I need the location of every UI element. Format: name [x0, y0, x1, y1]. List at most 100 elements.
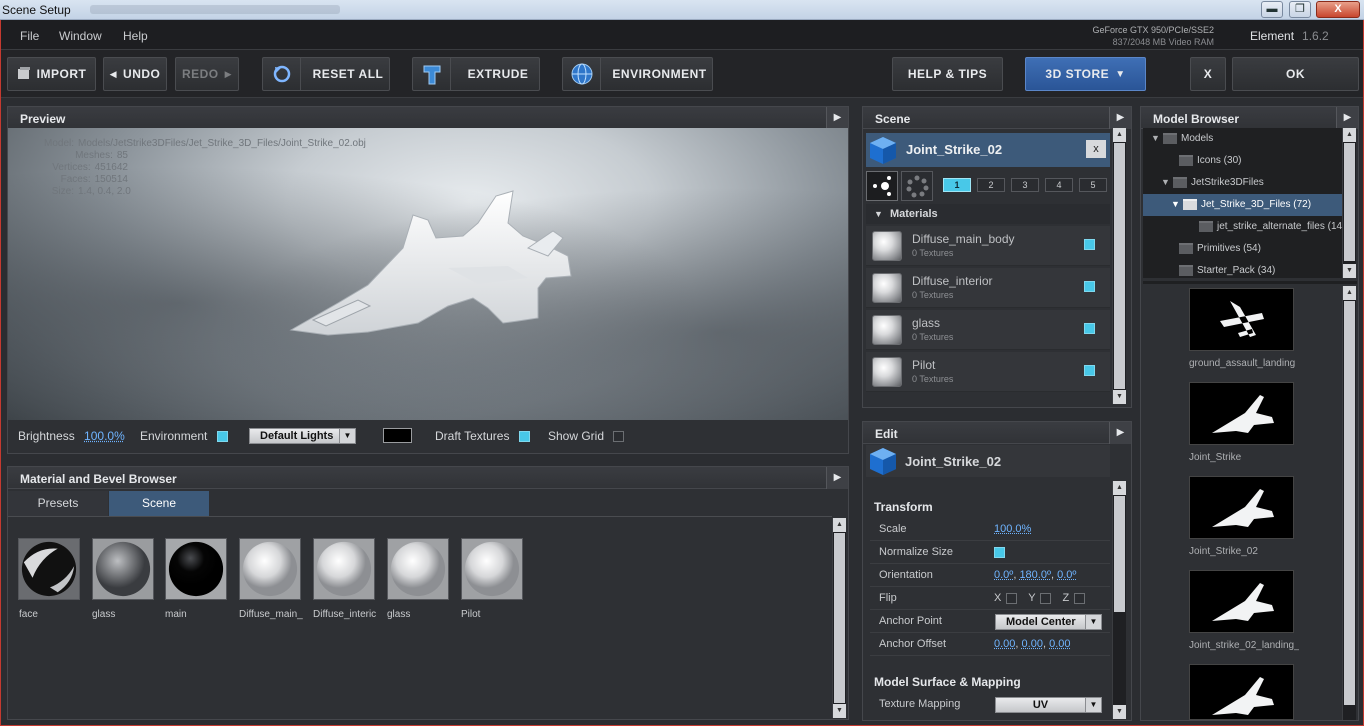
scene-object-row[interactable]: Joint_Strike_02 x: [866, 133, 1110, 167]
environment-button[interactable]: ENVIRONMENT: [562, 57, 713, 91]
scroll-up-icon[interactable]: ▲: [833, 518, 846, 532]
model-browser-expand-arrow-icon[interactable]: ▶: [1336, 107, 1358, 129]
tree-scrollbar[interactable]: ▲ ▼: [1342, 128, 1356, 278]
ok-button[interactable]: OK: [1232, 57, 1359, 91]
background-color-swatch[interactable]: [383, 428, 412, 443]
maximize-button[interactable]: ❐: [1289, 1, 1311, 18]
scroll-up-icon[interactable]: ▲: [1113, 128, 1126, 142]
cancel-button[interactable]: X: [1190, 57, 1226, 91]
tree-node-jet-strike-3d-files[interactable]: ▼ Jet_Strike_3D_Files (72): [1171, 199, 1311, 210]
material-visible-checkbox[interactable]: [1084, 323, 1095, 334]
scale-value[interactable]: 100.0%: [994, 523, 1031, 535]
orientation-z-value[interactable]: 0.0º: [1057, 569, 1076, 581]
3d-store-button[interactable]: 3D STORE ▼: [1025, 57, 1146, 91]
material-visible-checkbox[interactable]: [1084, 239, 1095, 250]
material-row[interactable]: Diffuse_interior 0 Textures: [866, 268, 1110, 308]
undo-button[interactable]: ◀ UNDO: [103, 57, 167, 91]
minimize-button[interactable]: ▬: [1261, 1, 1283, 18]
material-swatch-main[interactable]: [165, 538, 227, 600]
close-window-button[interactable]: X: [1316, 1, 1360, 18]
import-button[interactable]: IMPORT: [7, 57, 96, 91]
particles-icon[interactable]: [901, 171, 933, 201]
layer-button-4[interactable]: 4: [1045, 178, 1073, 192]
model-thumbnail[interactable]: [1189, 288, 1294, 351]
extrude-button[interactable]: EXTRUDE: [412, 57, 540, 91]
materials-section-header[interactable]: ▼ Materials: [866, 204, 1110, 224]
menu-file[interactable]: File: [20, 29, 39, 43]
tab-presets[interactable]: Presets: [8, 491, 108, 516]
edit-expand-arrow-icon[interactable]: ▶: [1109, 422, 1131, 444]
anchor-offset-z-value[interactable]: 0.00: [1049, 638, 1070, 650]
brightness-value[interactable]: 100.0%: [84, 429, 125, 443]
material-visible-checkbox[interactable]: [1084, 365, 1095, 376]
flip-z-checkbox[interactable]: [1074, 592, 1086, 604]
edit-scrollbar[interactable]: ▲ ▼: [1112, 481, 1126, 719]
tree-node-jetstrike3dfiles[interactable]: ▼ JetStrike3DFiles: [1161, 177, 1264, 188]
flip-y-checkbox[interactable]: [1040, 592, 1052, 604]
remove-object-button[interactable]: x: [1086, 140, 1106, 158]
orientation-y-value[interactable]: 180.0º: [1019, 569, 1051, 581]
material-swatch-diffuse-interior[interactable]: [313, 538, 375, 600]
material-swatch-pilot[interactable]: [461, 538, 523, 600]
flip-x-checkbox[interactable]: [1006, 592, 1018, 604]
draft-textures-checkbox[interactable]: [518, 431, 530, 443]
tree-node-primitives[interactable]: Primitives (54): [1179, 243, 1261, 254]
model-thumbnail[interactable]: [1189, 664, 1294, 720]
material-swatch-glass-2[interactable]: [387, 538, 449, 600]
scroll-up-icon[interactable]: ▲: [1343, 128, 1356, 142]
material-row[interactable]: Pilot 0 Textures: [866, 352, 1110, 392]
tree-node-jet-strike-alternate-files[interactable]: jet_strike_alternate_files (14: [1199, 221, 1342, 232]
scene-scrollbar[interactable]: ▲ ▼: [1112, 128, 1126, 404]
material-row[interactable]: glass 0 Textures: [866, 310, 1110, 350]
scroll-thumb[interactable]: [834, 533, 845, 703]
scroll-thumb[interactable]: [1114, 496, 1125, 612]
scroll-thumb[interactable]: [1344, 143, 1355, 261]
anchor-point-dropdown[interactable]: Model Center ▼: [995, 614, 1102, 630]
hierarchy-icon[interactable]: [866, 171, 898, 201]
anchor-offset-x-value[interactable]: 0.00: [994, 638, 1015, 650]
model-thumbnail[interactable]: [1189, 382, 1294, 445]
layer-button-3[interactable]: 3: [1011, 178, 1039, 192]
material-swatch-glass[interactable]: [92, 538, 154, 600]
splitter[interactable]: [1143, 281, 1357, 284]
3d-viewport[interactable]: Model: Models/JetStrike3DFiles/Jet_Strike…: [8, 128, 848, 420]
help-tips-button[interactable]: HELP & TIPS: [892, 57, 1003, 91]
reset-all-button[interactable]: RESET ALL: [262, 57, 390, 91]
scroll-up-icon[interactable]: ▲: [1113, 481, 1126, 495]
model-thumbnail[interactable]: [1189, 476, 1294, 539]
scroll-down-icon[interactable]: ▼: [1113, 390, 1126, 404]
layer-button-5[interactable]: 5: [1079, 178, 1107, 192]
show-grid-checkbox[interactable]: [613, 431, 625, 443]
scroll-down-icon[interactable]: ▼: [1113, 705, 1126, 719]
material-browser-expand-arrow-icon[interactable]: ▶: [826, 467, 848, 489]
scroll-down-icon[interactable]: ▼: [833, 704, 846, 718]
orientation-x-value[interactable]: 0.0º: [994, 569, 1013, 581]
model-thumbnail[interactable]: [1189, 570, 1294, 633]
tree-node-icons[interactable]: Icons (30): [1179, 155, 1241, 166]
scroll-thumb[interactable]: [1344, 301, 1355, 705]
environment-checkbox[interactable]: [216, 431, 228, 443]
layer-button-2[interactable]: 2: [977, 178, 1005, 192]
scroll-down-icon[interactable]: ▼: [1343, 264, 1356, 278]
material-row[interactable]: Diffuse_main_body 0 Textures: [866, 226, 1110, 266]
anchor-offset-y-value[interactable]: 0.00: [1022, 638, 1043, 650]
tree-node-starter-pack[interactable]: Starter_Pack (34): [1179, 265, 1275, 276]
menu-help[interactable]: Help: [123, 29, 148, 43]
jet-model-render[interactable]: [8, 128, 848, 420]
material-visible-checkbox[interactable]: [1084, 281, 1095, 292]
scene-expand-arrow-icon[interactable]: ▶: [1109, 107, 1131, 129]
layer-button-1[interactable]: 1: [943, 178, 971, 192]
preview-expand-arrow-icon[interactable]: ▶: [826, 107, 848, 129]
menu-window[interactable]: Window: [59, 29, 102, 43]
tree-node-models[interactable]: ▼ Models: [1151, 133, 1213, 144]
material-swatch-diffuse-main[interactable]: [239, 538, 301, 600]
tab-scene[interactable]: Scene: [109, 491, 209, 516]
material-browser-scrollbar[interactable]: ▲ ▼: [832, 518, 846, 718]
texture-mapping-dropdown[interactable]: UV ▼: [995, 697, 1102, 713]
normalize-size-checkbox[interactable]: [994, 546, 1005, 558]
scroll-thumb[interactable]: [1114, 143, 1125, 389]
thumbnails-scrollbar[interactable]: ▲: [1342, 286, 1356, 720]
scroll-up-icon[interactable]: ▲: [1343, 286, 1356, 300]
material-swatch-face[interactable]: [18, 538, 80, 600]
lights-dropdown[interactable]: Default Lights ▼: [249, 428, 356, 444]
